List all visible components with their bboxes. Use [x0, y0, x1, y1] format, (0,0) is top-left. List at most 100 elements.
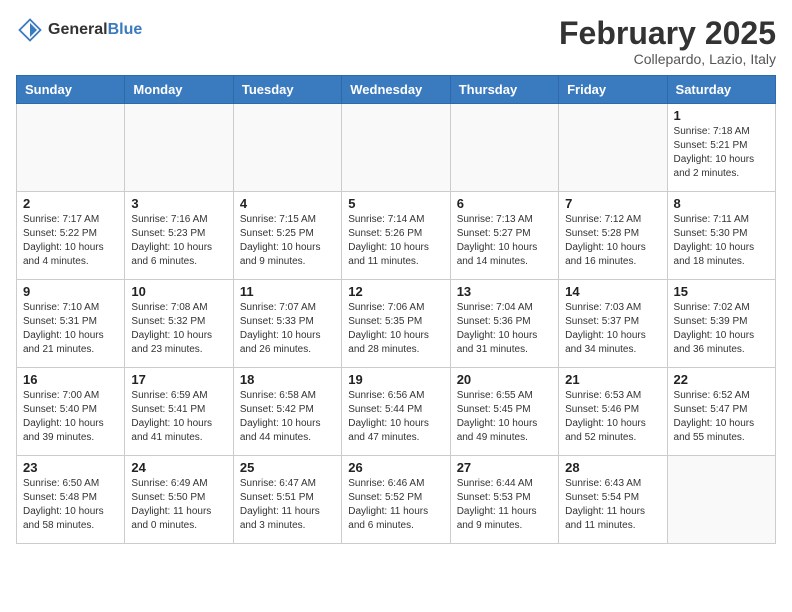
calendar-cell: 9 Sunrise: 7:10 AMSunset: 5:31 PMDaylight…: [17, 280, 125, 368]
day-number: 21: [565, 372, 660, 387]
calendar-cell: 18 Sunrise: 6:58 AMSunset: 5:42 PMDayligh…: [233, 368, 341, 456]
day-number: 3: [131, 196, 226, 211]
month-title: February 2025: [559, 16, 776, 51]
day-info: Sunrise: 7:04 AMSunset: 5:36 PMDaylight:…: [457, 301, 552, 357]
day-info: Sunrise: 6:58 AMSunset: 5:42 PMDaylight:…: [240, 389, 335, 445]
day-info: Sunrise: 7:17 AMSunset: 5:22 PMDaylight:…: [23, 213, 118, 269]
calendar-cell: 4 Sunrise: 7:15 AMSunset: 5:25 PMDaylight…: [233, 192, 341, 280]
calendar-cell: [667, 456, 775, 544]
logo-blue: Blue: [108, 21, 143, 38]
day-number: 10: [131, 284, 226, 299]
calendar-cell: 10Sunrise: 7:08 AMSunset: 5:32 PMDayligh…: [125, 280, 233, 368]
day-number: 25: [240, 460, 335, 475]
day-number: 15: [674, 284, 769, 299]
calendar-cell: 5Sunrise: 7:14 AMSunset: 5:26 PMDaylight…: [342, 192, 450, 280]
day-info: Sunrise: 7:16 AMSunset: 5:23 PMDaylight:…: [131, 213, 226, 269]
day-info: Sunrise: 7:10 AMSunset: 5:31 PMDaylight:…: [23, 301, 118, 357]
calendar-cell: 20 Sunrise: 6:55 AMSunset: 5:45 PMDayligh…: [450, 368, 558, 456]
day-info: Sunrise: 6:50 AMSunset: 5:48 PMDaylight:…: [23, 477, 118, 533]
calendar-cell: [233, 104, 341, 192]
calendar-cell: 3 Sunrise: 7:16 AMSunset: 5:23 PMDaylight…: [125, 192, 233, 280]
day-info: Sunrise: 6:55 AMSunset: 5:45 PMDaylight:…: [457, 389, 552, 445]
day-number: 18: [240, 372, 335, 387]
week-row: 23 Sunrise: 6:50 AMSunset: 5:48 PMDayligh…: [17, 456, 776, 544]
calendar-cell: 17 Sunrise: 6:59 AMSunset: 5:41 PMDayligh…: [125, 368, 233, 456]
calendar-cell: 6 Sunrise: 7:13 AMSunset: 5:27 PMDaylight…: [450, 192, 558, 280]
calendar-cell: 24 Sunrise: 6:49 AMSunset: 5:50 PMDayligh…: [125, 456, 233, 544]
calendar-cell: 16 Sunrise: 7:00 AMSunset: 5:40 PMDayligh…: [17, 368, 125, 456]
weekday-header: Sunday: [17, 76, 125, 104]
day-number: 16: [23, 372, 118, 387]
day-number: 11: [240, 284, 335, 299]
week-row: 1 Sunrise: 7:18 AMSunset: 5:21 PMDaylight…: [17, 104, 776, 192]
calendar-cell: [342, 104, 450, 192]
weekday-header: Monday: [125, 76, 233, 104]
day-info: Sunrise: 7:18 AMSunset: 5:21 PMDaylight:…: [674, 125, 769, 181]
day-number: 1: [674, 108, 769, 123]
calendar-cell: 23 Sunrise: 6:50 AMSunset: 5:48 PMDayligh…: [17, 456, 125, 544]
location-subtitle: Collepardo, Lazio, Italy: [559, 51, 776, 67]
day-number: 28: [565, 460, 660, 475]
day-number: 14: [565, 284, 660, 299]
day-info: Sunrise: 6:53 AMSunset: 5:46 PMDaylight:…: [565, 389, 660, 445]
weekday-header: Wednesday: [342, 76, 450, 104]
day-number: 24: [131, 460, 226, 475]
logo-text: GeneralBlue: [48, 21, 142, 39]
day-info: Sunrise: 6:43 AMSunset: 5:54 PMDaylight:…: [565, 477, 660, 533]
day-info: Sunrise: 7:03 AMSunset: 5:37 PMDaylight:…: [565, 301, 660, 357]
calendar-cell: [17, 104, 125, 192]
logo-icon: [16, 16, 44, 44]
day-info: Sunrise: 6:49 AMSunset: 5:50 PMDaylight:…: [131, 477, 226, 533]
day-number: 7: [565, 196, 660, 211]
weekday-header: Thursday: [450, 76, 558, 104]
calendar-cell: 14 Sunrise: 7:03 AMSunset: 5:37 PMDayligh…: [559, 280, 667, 368]
day-info: Sunrise: 6:47 AMSunset: 5:51 PMDaylight:…: [240, 477, 335, 533]
title-block: February 2025 Collepardo, Lazio, Italy: [559, 16, 776, 67]
weekday-header: Saturday: [667, 76, 775, 104]
calendar-cell: 27Sunrise: 6:44 AMSunset: 5:53 PMDayligh…: [450, 456, 558, 544]
calendar-cell: 7 Sunrise: 7:12 AMSunset: 5:28 PMDaylight…: [559, 192, 667, 280]
day-number: 4: [240, 196, 335, 211]
calendar-cell: 8Sunrise: 7:11 AMSunset: 5:30 PMDaylight…: [667, 192, 775, 280]
day-info: Sunrise: 7:00 AMSunset: 5:40 PMDaylight:…: [23, 389, 118, 445]
day-number: 13: [457, 284, 552, 299]
day-number: 17: [131, 372, 226, 387]
calendar-cell: 25 Sunrise: 6:47 AMSunset: 5:51 PMDayligh…: [233, 456, 341, 544]
calendar-cell: 26Sunrise: 6:46 AMSunset: 5:52 PMDayligh…: [342, 456, 450, 544]
calendar-cell: 11 Sunrise: 7:07 AMSunset: 5:33 PMDayligh…: [233, 280, 341, 368]
week-row: 9 Sunrise: 7:10 AMSunset: 5:31 PMDaylight…: [17, 280, 776, 368]
day-info: Sunrise: 7:06 AMSunset: 5:35 PMDaylight:…: [348, 301, 443, 357]
day-number: 2: [23, 196, 118, 211]
day-info: Sunrise: 6:52 AMSunset: 5:47 PMDaylight:…: [674, 389, 769, 445]
day-info: Sunrise: 7:13 AMSunset: 5:27 PMDaylight:…: [457, 213, 552, 269]
calendar-cell: 28 Sunrise: 6:43 AMSunset: 5:54 PMDayligh…: [559, 456, 667, 544]
day-number: 20: [457, 372, 552, 387]
calendar-cell: 1 Sunrise: 7:18 AMSunset: 5:21 PMDaylight…: [667, 104, 775, 192]
calendar-cell: 2 Sunrise: 7:17 AMSunset: 5:22 PMDaylight…: [17, 192, 125, 280]
day-info: Sunrise: 7:15 AMSunset: 5:25 PMDaylight:…: [240, 213, 335, 269]
calendar-cell: 21 Sunrise: 6:53 AMSunset: 5:46 PMDayligh…: [559, 368, 667, 456]
day-number: 12: [348, 284, 443, 299]
day-number: 9: [23, 284, 118, 299]
day-number: 23: [23, 460, 118, 475]
day-number: 5: [348, 196, 443, 211]
day-info: Sunrise: 6:56 AMSunset: 5:44 PMDaylight:…: [348, 389, 443, 445]
calendar-cell: 12 Sunrise: 7:06 AMSunset: 5:35 PMDayligh…: [342, 280, 450, 368]
day-number: 27: [457, 460, 552, 475]
logo: GeneralBlue: [16, 16, 142, 44]
page-header: GeneralBlue February 2025 Collepardo, La…: [16, 16, 776, 67]
day-number: 19: [348, 372, 443, 387]
calendar-cell: [559, 104, 667, 192]
day-info: Sunrise: 6:59 AMSunset: 5:41 PMDaylight:…: [131, 389, 226, 445]
week-row: 16 Sunrise: 7:00 AMSunset: 5:40 PMDayligh…: [17, 368, 776, 456]
calendar-cell: [125, 104, 233, 192]
day-number: 22: [674, 372, 769, 387]
weekday-header: Friday: [559, 76, 667, 104]
calendar-cell: 15 Sunrise: 7:02 AMSunset: 5:39 PMDayligh…: [667, 280, 775, 368]
day-info: Sunrise: 7:02 AMSunset: 5:39 PMDaylight:…: [674, 301, 769, 357]
calendar-table: SundayMondayTuesdayWednesdayThursdayFrid…: [16, 75, 776, 544]
logo-general: General: [48, 21, 108, 38]
day-info: Sunrise: 7:12 AMSunset: 5:28 PMDaylight:…: [565, 213, 660, 269]
day-info: Sunrise: 7:07 AMSunset: 5:33 PMDaylight:…: [240, 301, 335, 357]
day-number: 6: [457, 196, 552, 211]
